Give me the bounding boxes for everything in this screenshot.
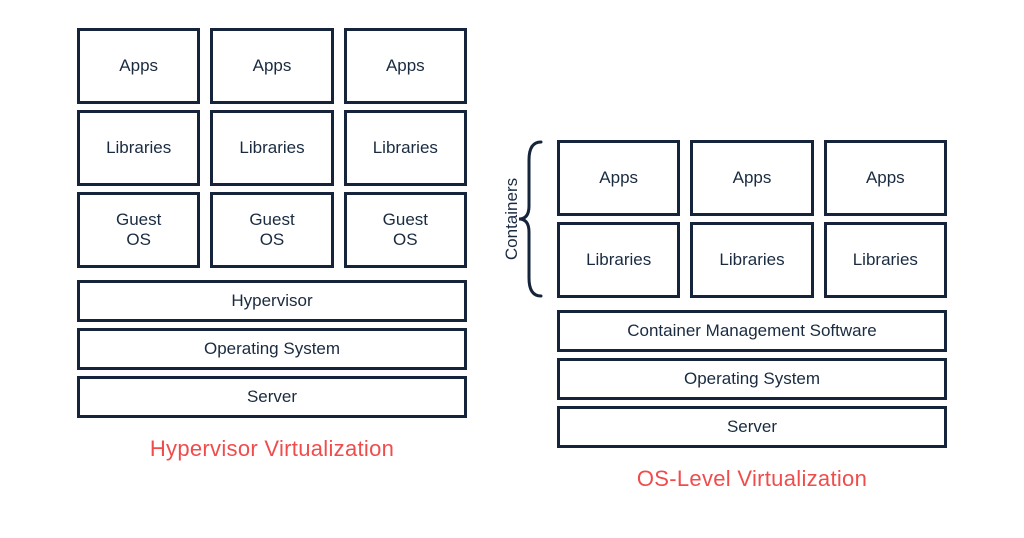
container-app-cell: Apps (557, 140, 680, 216)
vm-lib-cell: Libraries (344, 110, 467, 186)
diagram-canvas: Apps Apps Apps Libraries Libraries Libra… (0, 0, 1024, 538)
hypervisor-virtualization-panel: Apps Apps Apps Libraries Libraries Libra… (77, 28, 467, 462)
os-level-virtualization-panel: Containers Apps Apps Apps Libraries Libr… (557, 28, 947, 492)
vm-guestos-cell: Guest OS (344, 192, 467, 268)
container-lib-cell: Libraries (557, 222, 680, 298)
container-app-cell: Apps (824, 140, 947, 216)
apps-row: Apps Apps Apps (77, 28, 467, 104)
container-apps-row: Apps Apps Apps (557, 140, 947, 216)
vm-app-cell: Apps (210, 28, 333, 104)
libraries-row: Libraries Libraries Libraries (77, 110, 467, 186)
vm-lib-cell: Libraries (210, 110, 333, 186)
container-app-cell: Apps (690, 140, 813, 216)
hypervisor-caption: Hypervisor Virtualization (150, 436, 394, 462)
container-lib-cell: Libraries (824, 222, 947, 298)
vm-guestos-cell: Guest OS (77, 192, 200, 268)
vm-lib-cell: Libraries (77, 110, 200, 186)
vm-app-cell: Apps (344, 28, 467, 104)
hypervisor-stack: Apps Apps Apps Libraries Libraries Libra… (77, 28, 467, 418)
container-libraries-row: Libraries Libraries Libraries (557, 222, 947, 298)
container-stack: Apps Apps Apps Libraries Libraries Libra… (557, 140, 947, 448)
guest-os-row: Guest OS Guest OS Guest OS (77, 192, 467, 268)
os-level-caption: OS-Level Virtualization (637, 466, 867, 492)
container-management-layer: Container Management Software (557, 310, 947, 352)
container-lib-cell: Libraries (690, 222, 813, 298)
operating-system-layer: Operating System (557, 358, 947, 400)
containers-brace-icon (515, 140, 545, 298)
vm-guestos-cell: Guest OS (210, 192, 333, 268)
vm-app-cell: Apps (77, 28, 200, 104)
hypervisor-layer: Hypervisor (77, 280, 467, 322)
server-layer: Server (557, 406, 947, 448)
server-layer: Server (77, 376, 467, 418)
operating-system-layer: Operating System (77, 328, 467, 370)
